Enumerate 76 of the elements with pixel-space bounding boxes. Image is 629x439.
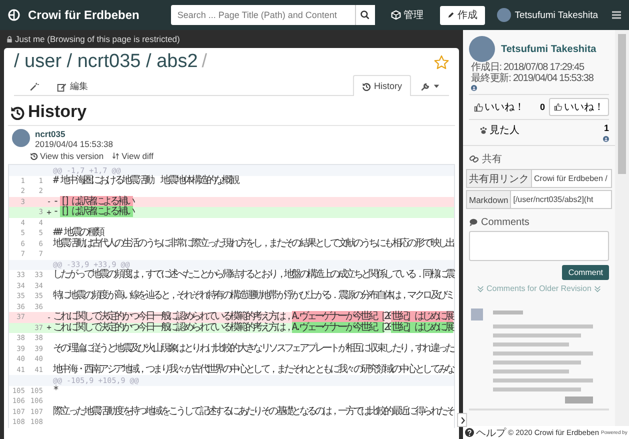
- thumbs-up-icon: [554, 103, 562, 111]
- chevron-right-icon: [458, 416, 466, 424]
- admin-link[interactable]: 管理: [390, 8, 424, 22]
- user-icon: [471, 85, 477, 91]
- search-icon: [360, 10, 370, 20]
- likes-label: いいね！: [469, 100, 529, 114]
- diff-marker: -: [46, 312, 52, 322]
- search-button[interactable]: [354, 5, 375, 25]
- created-date: 作成日: 2018/07/08 17:29:45: [470, 62, 586, 73]
- code-line: ## 地震の種類: [53, 228, 104, 238]
- share-heading: 共有: [482, 152, 502, 166]
- author-name[interactable]: Tetsufumi Takeshita: [501, 44, 596, 54]
- edit-tab[interactable]: 編集: [48, 76, 97, 96]
- diff-marker: -: [46, 197, 52, 206]
- code-line: 際立った地震活動度を持つ地域をこうして記述するにあたりその基礎となるのは，一方では比較的最近に得られたそ: [53, 406, 454, 417]
- history-icon: [10, 104, 25, 120]
- user-menu[interactable]: Tetsufumi Takeshita: [496, 8, 598, 22]
- code-line: 地中海・西南アジア地域，つまり我々が古代世界の中心として，またそれとともに我々の研究領域の中心としてみな: [53, 364, 454, 375]
- restriction-notice: Just me (Browsing of this page is restricted): [15, 34, 180, 44]
- code-line: 地震活動は古代人の生活のうちに非常に際立った現れ方をし，またその結果として文献のうちにも相応の形で映し出: [53, 238, 454, 249]
- thumbs-up-icon: [474, 102, 482, 112]
- page-path-title[interactable]: / user / ncrt035 / abs2: [14, 51, 198, 73]
- user-icon: [603, 136, 609, 142]
- comment-icon: [469, 218, 478, 227]
- create-button[interactable]: 作成: [440, 6, 485, 24]
- history-icon: [30, 152, 38, 160]
- diff-marker: +: [46, 208, 52, 217]
- scrollbar[interactable]: [615, 30, 629, 426]
- code-line: *: [53, 386, 58, 396]
- comments-heading: Comments: [481, 217, 530, 228]
- updated-date: 最終更新: 2019/04/04 15:53:38: [470, 73, 594, 84]
- revision-date: 2019/04/04 15:53:38: [35, 139, 113, 149]
- seen-count: 1: [604, 123, 609, 133]
- link-icon: [469, 154, 479, 164]
- chevron-down-icon: [476, 284, 484, 292]
- avatar-photo: [496, 8, 511, 22]
- history-heading: History: [28, 102, 87, 122]
- pencil-icon: [446, 11, 455, 19]
- cube-icon: [390, 10, 401, 20]
- sidebar-toggle[interactable]: [457, 413, 467, 427]
- path-separator: /: [202, 51, 208, 73]
- search-field[interactable]: Search ... Page Title (Path) and Content: [171, 5, 375, 25]
- menu-icon[interactable]: [612, 11, 621, 19]
- code-line: - [] は訳者による補い: [53, 196, 135, 206]
- wrench-icon: [420, 82, 430, 92]
- view-version-link[interactable]: View this version: [30, 151, 104, 161]
- code-line: - [] は訳者による補い: [53, 207, 135, 218]
- view-diff-link[interactable]: View diff: [112, 151, 154, 161]
- likes-count: 0: [540, 102, 545, 112]
- paw-icon: [478, 126, 488, 134]
- history-icon: [362, 82, 371, 90]
- lock-icon: [6, 36, 13, 42]
- code-line: # 地中海圏における地震活動 地震地体構造的な概観: [53, 176, 240, 186]
- diff-icon: [112, 152, 120, 160]
- author-name[interactable]: ncrt035: [35, 129, 113, 139]
- chevron-down-icon: [594, 284, 602, 292]
- avatar-photo: [12, 129, 30, 147]
- star-icon[interactable]: [434, 54, 449, 70]
- code-line: 特に地震の頻度が高い線を辿ると，それぞれ特有の構造運動地帯が浮かび上がる．震源の分布自体は，マクロ及びミ: [53, 291, 454, 302]
- logo-icon: [8, 9, 20, 21]
- diff-marker: +: [46, 323, 52, 332]
- share-field[interactable]: 共有用リンク Crowi für Erdbeben /: [466, 169, 612, 188]
- history-tab[interactable]: History: [352, 75, 411, 96]
- help-link[interactable]: ヘルプ: [476, 426, 506, 439]
- comment-field[interactable]: [469, 231, 609, 261]
- edit-icon: [57, 82, 67, 92]
- code-line: その理論に従うと地震及び火山現象はとりわけ比較的大きなリソスフェアプレートが相互に収束したり，すれ違った: [53, 344, 454, 354]
- share-field[interactable]: Markdown [/user/ncrt035/abs2](ht: [466, 190, 612, 209]
- brand-name[interactable]: Crowi für Erdbeben: [28, 8, 140, 22]
- code-line: したがって地震の頻度は，すでに述べたことから帰結するとおり，地盤の構造上の成立ちと関係している．同様に震: [53, 270, 454, 280]
- seen-label: 見た人: [469, 123, 529, 137]
- avatar-photo: [469, 36, 495, 62]
- caret-icon: [433, 83, 440, 90]
- wand-icon: [29, 82, 39, 92]
- like-button[interactable]: いいね！: [549, 98, 609, 116]
- comment-button[interactable]: Comment: [562, 265, 609, 280]
